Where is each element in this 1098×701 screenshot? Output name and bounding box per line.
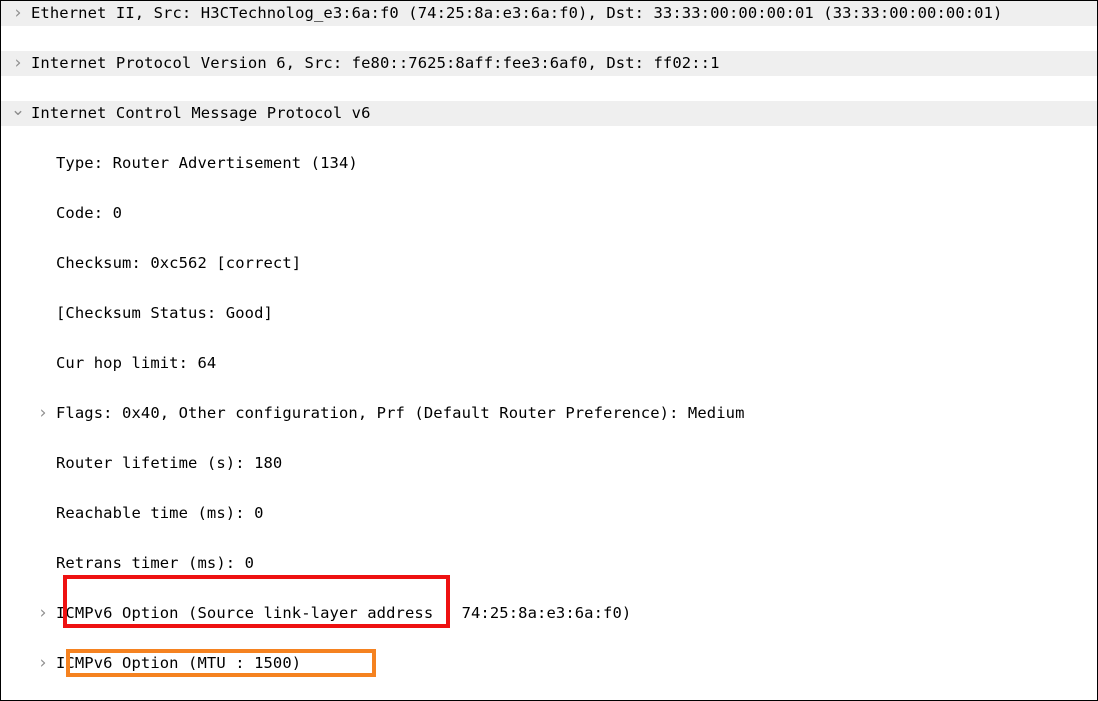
tree-row-flags[interactable]: Flags: 0x40, Other configuration, Prf (D… — [1, 401, 1097, 426]
tree-row-label: ICMPv6 Option (Source link-layer address… — [56, 604, 632, 622]
tree-row-label: Code: 0 — [56, 204, 123, 222]
tree-row-ipv6[interactable]: Internet Protocol Version 6, Src: fe80::… — [1, 51, 1097, 76]
tree-row-label: Checksum: 0xc562 [correct] — [56, 254, 302, 272]
tree-row-label: Cur hop limit: 64 — [56, 354, 217, 372]
tree-row-code[interactable]: Code: 0 — [1, 201, 1097, 226]
tree-row-reachable-time[interactable]: Reachable time (ms): 0 — [1, 501, 1097, 526]
tree-row-label: Internet Protocol Version 6, Src: fe80::… — [31, 54, 720, 72]
tree-row-router-lifetime[interactable]: Router lifetime (s): 180 — [1, 451, 1097, 476]
tree-row-label: Retrans timer (ms): 0 — [56, 554, 255, 572]
chevron-down-icon[interactable] — [9, 101, 27, 127]
tree-row-label: Reachable time (ms): 0 — [56, 504, 264, 522]
chevron-right-icon[interactable] — [34, 401, 52, 427]
tree-row-checksum-status[interactable]: [Checksum Status: Good] — [1, 301, 1097, 326]
tree-row-label: Flags: 0x40, Other configuration, Prf (D… — [56, 404, 745, 422]
tree-row-type[interactable]: Type: Router Advertisement (134) — [1, 151, 1097, 176]
tree-row-icmpv6[interactable]: Internet Control Message Protocol v6 — [1, 101, 1097, 126]
tree-row-ethernet-ii[interactable]: Ethernet II, Src: H3CTechnolog_e3:6a:f0 … — [1, 1, 1097, 26]
tree-row-retrans-timer[interactable]: Retrans timer (ms): 0 — [1, 551, 1097, 576]
tree-row-option-mtu[interactable]: ICMPv6 Option (MTU : 1500) — [1, 651, 1097, 676]
tree-row-checksum[interactable]: Checksum: 0xc562 [correct] — [1, 251, 1097, 276]
tree-row-label: Router lifetime (s): 180 — [56, 454, 283, 472]
tree-row-label: Internet Control Message Protocol v6 — [31, 104, 371, 122]
chevron-right-icon[interactable] — [9, 1, 27, 27]
tree-row-label: Type: Router Advertisement (134) — [56, 154, 358, 172]
tree-row-cur-hop-limit[interactable]: Cur hop limit: 64 — [1, 351, 1097, 376]
tree-row-label: ICMPv6 Option (MTU : 1500) — [56, 654, 302, 672]
chevron-right-icon[interactable] — [34, 601, 52, 627]
packet-details-pane[interactable]: Ethernet II, Src: H3CTechnolog_e3:6a:f0 … — [0, 0, 1098, 701]
tree-row-label: [Checksum Status: Good] — [56, 304, 273, 322]
tree-row-label: Ethernet II, Src: H3CTechnolog_e3:6a:f0 … — [31, 4, 1003, 22]
packet-detail-tree[interactable]: Ethernet II, Src: H3CTechnolog_e3:6a:f0 … — [1, 1, 1097, 700]
chevron-right-icon[interactable] — [9, 51, 27, 77]
chevron-right-icon[interactable] — [34, 651, 52, 677]
tree-row-option-source-link-layer[interactable]: ICMPv6 Option (Source link-layer address… — [1, 601, 1097, 626]
